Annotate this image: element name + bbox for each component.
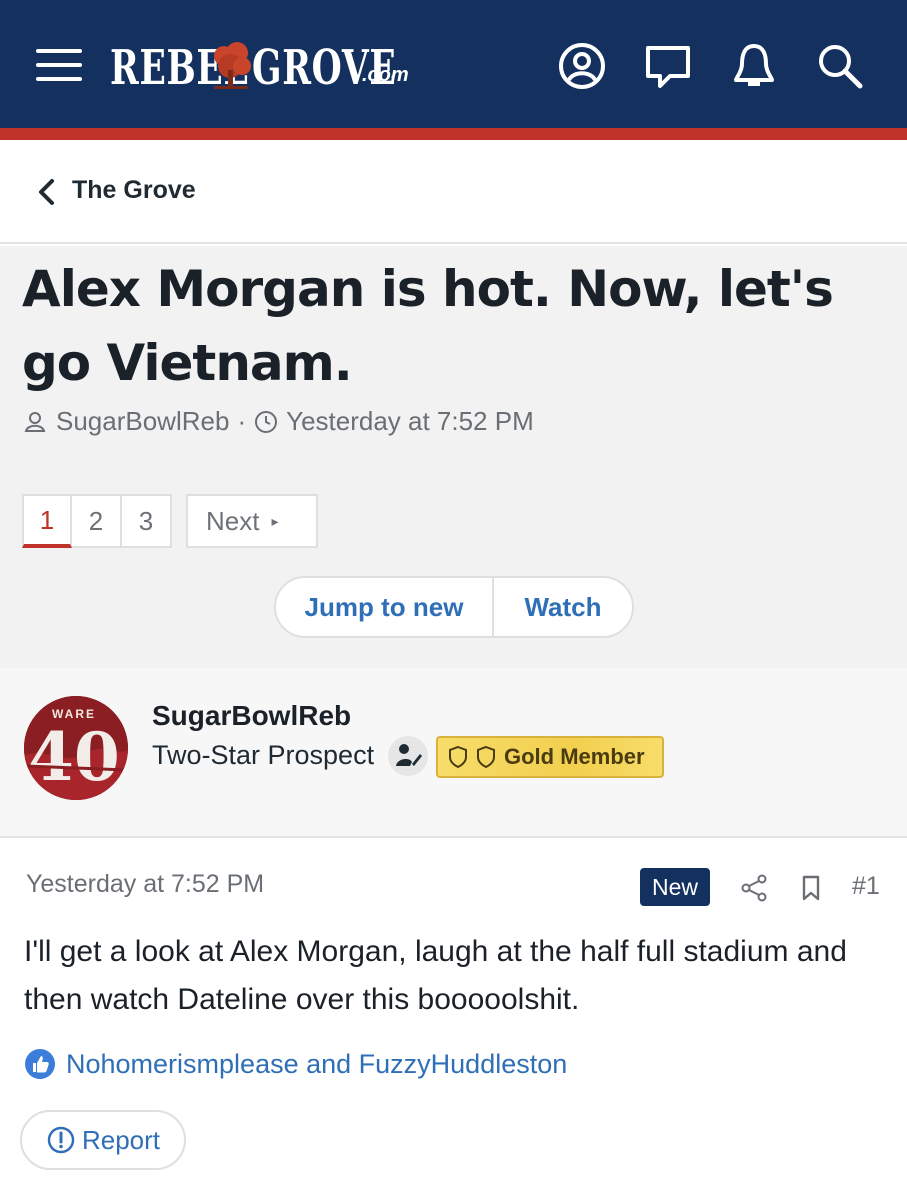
thread-meta: SugarBowlReb · Yesterday at 7:52 PM	[24, 406, 534, 437]
alert-circle-icon	[47, 1126, 75, 1154]
app-root: REBEL GROVE .com The Grove Alex Morgan i…	[0, 0, 907, 1200]
rank-badge	[388, 736, 428, 776]
thread-actions: Jump to new Watch	[274, 576, 634, 638]
shield-icon	[477, 745, 495, 769]
author-name[interactable]: SugarBowlReb	[152, 700, 351, 732]
user-icon	[24, 411, 46, 432]
reactions-bar: Nohomerismplease and FuzzyHuddleston	[24, 1048, 567, 1080]
author-rank: Two-Star Prospect	[152, 740, 375, 770]
page-3-link[interactable]: 3	[122, 494, 172, 548]
gold-member-label: Gold Member	[504, 744, 645, 769]
post: Yesterday at 7:52 PM New #1 I'll get a l…	[0, 840, 907, 1200]
next-page-label: Next	[206, 505, 260, 536]
breadcrumb[interactable]: The Grove	[0, 140, 907, 244]
accent-stripe	[0, 128, 907, 140]
watch-button[interactable]: Watch	[494, 578, 632, 636]
avatar[interactable]: WARE 40	[24, 696, 128, 800]
player-pencil-icon	[396, 744, 422, 766]
share-icon[interactable]	[738, 872, 770, 904]
tree-logo-icon	[214, 42, 251, 89]
top-navigation-bar: REBEL GROVE .com	[0, 0, 907, 128]
jump-to-new-button[interactable]: Jump to new	[276, 578, 494, 636]
thread-title: Alex Morgan is hot. Now, let's go Vietna…	[22, 260, 834, 392]
alerts-icon[interactable]	[728, 40, 780, 92]
next-page-button[interactable]: Next ▸	[186, 494, 318, 548]
jersey-avatar-image: WARE 40	[24, 696, 128, 800]
page-2-link[interactable]: 2	[72, 494, 122, 548]
chevron-left-icon	[39, 179, 54, 205]
pagination: 1 2 3 Next ▸	[22, 494, 318, 548]
shield-icon	[449, 745, 467, 769]
thread-author[interactable]: SugarBowlReb	[56, 406, 229, 437]
post-message: I'll get a look at Alex Morgan, laugh at…	[24, 935, 847, 1016]
post-timestamp[interactable]: Yesterday at 7:52 PM	[26, 870, 264, 899]
account-icon[interactable]	[556, 40, 608, 92]
post-number-link[interactable]: #1	[852, 872, 880, 901]
clock-icon	[255, 410, 278, 433]
thread-date[interactable]: Yesterday at 7:52 PM	[286, 406, 534, 437]
logo-tld: .com	[362, 64, 409, 86]
post-author-block: WARE 40 SugarBowlReb Two-Star Prospect G…	[0, 668, 907, 838]
thread-header: Alex Morgan is hot. Now, let's go Vietna…	[0, 246, 907, 668]
bookmark-icon[interactable]	[796, 872, 826, 904]
caret-right-icon: ▸	[271, 512, 279, 529]
new-badge: New	[640, 868, 710, 906]
report-label: Report	[81, 1124, 161, 1155]
messages-icon[interactable]	[642, 40, 694, 92]
page-1-link[interactable]: 1	[22, 494, 72, 548]
thumbs-up-icon	[25, 1049, 55, 1079]
search-icon[interactable]	[814, 40, 866, 92]
breadcrumb-label[interactable]: The Grove	[72, 176, 196, 205]
reactions-users[interactable]: Nohomerismplease and FuzzyHuddleston	[66, 1049, 567, 1080]
report-button[interactable]: Report	[20, 1110, 186, 1170]
menu-icon[interactable]	[36, 46, 84, 82]
meta-separator: ·	[237, 406, 247, 436]
avatar-text-number: 40	[28, 718, 120, 796]
gold-member-badge: Gold Member	[436, 736, 664, 778]
site-logo-right[interactable]: GROVE	[252, 34, 453, 96]
